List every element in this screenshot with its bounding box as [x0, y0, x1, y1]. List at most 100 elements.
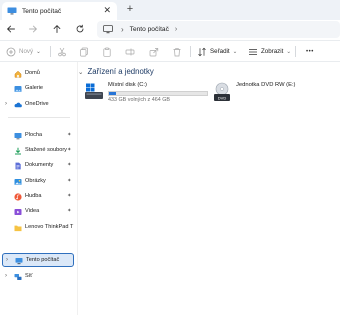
navigation-pane: Domů Galerie › OneDrive Plocha ✦ Stažené… [0, 62, 76, 315]
trash-icon [173, 47, 181, 56]
more-options-button[interactable]: ••• [303, 45, 314, 58]
toolbar-divider [190, 46, 191, 57]
sidebar-item-home[interactable]: Domů [0, 67, 76, 81]
share-button[interactable] [149, 45, 159, 58]
dvd-drive-icon: DVD [214, 82, 230, 101]
drive-dvd-rw-e[interactable]: DVD Jednotka DVD RW (E:) [212, 82, 340, 106]
pin-icon: ✦ [67, 132, 72, 138]
gallery-icon [14, 86, 22, 92]
sidebar-item-label: Tento počítač [26, 257, 60, 263]
paste-button[interactable] [102, 45, 112, 58]
videos-icon [14, 209, 22, 215]
cloud-icon [14, 102, 22, 108]
close-tab-icon[interactable]: ✕ [103, 5, 111, 16]
copy-button[interactable] [79, 45, 89, 58]
hard-drive-icon [85, 83, 103, 99]
pin-icon: ✦ [67, 208, 72, 214]
pin-icon: ✦ [67, 193, 72, 199]
home-icon [14, 70, 22, 78]
command-bar: Nový ⌄ Seřadit ⌄ Zobrazit ⌄ ••• [0, 40, 340, 62]
group-header-devices[interactable]: ⌄ Zařízení a jednotky [78, 67, 154, 76]
sidebar-item-label: Domů [25, 70, 40, 76]
refresh-button[interactable] [73, 22, 87, 36]
delete-button[interactable] [172, 45, 182, 58]
breadcrumb-chevron-icon[interactable]: › [175, 26, 177, 33]
sidebar-item-label: Lenovo ThinkPad T [25, 224, 74, 230]
new-label: Nový [19, 48, 34, 55]
tab-this-pc[interactable]: Tento počítač ✕ [2, 2, 117, 20]
share-icon [149, 47, 159, 56]
view-button[interactable]: Zobrazit ⌄ [248, 45, 291, 58]
expand-chevron-icon[interactable]: › [5, 101, 7, 107]
sidebar-item-label: Plocha [25, 132, 43, 138]
sidebar-item-label: Síť [25, 273, 33, 279]
drive-usage-fill [109, 92, 116, 95]
computer-icon [7, 7, 17, 15]
sidebar-item-gallery[interactable]: Galerie [0, 82, 76, 96]
breadcrumb-this-pc[interactable]: Tento počítač [130, 26, 169, 33]
network-icon [14, 274, 22, 280]
folder-icon [14, 225, 22, 232]
sidebar-item-network[interactable]: › Síť [0, 270, 76, 284]
arrow-up-icon [53, 24, 61, 33]
computer-icon [15, 258, 23, 265]
up-button[interactable] [50, 22, 64, 36]
forward-button[interactable] [26, 22, 40, 36]
tab-strip: Tento počítač ✕ + [0, 0, 340, 20]
refresh-icon [76, 24, 84, 33]
sidebar-item-lenovo-thinkpad[interactable]: Lenovo ThinkPad T [0, 221, 76, 235]
sort-label: Seřadit [210, 48, 230, 55]
sidebar-item-desktop[interactable]: Plocha ✦ [0, 129, 76, 143]
sort-icon [198, 47, 206, 56]
drive-free-space: 433 GB volných z 464 GB [108, 97, 171, 103]
address-bar[interactable]: › Tento počítač › [97, 21, 340, 38]
pin-icon: ✦ [67, 147, 72, 153]
sidebar-item-this-pc[interactable]: › Tento počítač [2, 253, 74, 267]
pin-icon: ✦ [67, 162, 72, 168]
new-tab-button[interactable]: + [124, 2, 136, 16]
expand-chevron-icon[interactable]: › [6, 257, 8, 263]
sidebar-item-label: OneDrive [25, 101, 49, 107]
arrow-left-icon [6, 25, 15, 33]
sidebar-item-onedrive[interactable]: › OneDrive [0, 98, 76, 112]
arrow-right-icon [29, 25, 38, 33]
chevron-down-icon: ⌄ [78, 68, 84, 76]
drive-local-disk-c[interactable]: Místní disk (C:) 433 GB volných z 464 GB [84, 82, 210, 106]
expand-chevron-icon[interactable]: › [5, 273, 7, 279]
plus-circle-icon [6, 47, 16, 56]
sidebar-item-label: Galerie [25, 85, 44, 91]
sidebar-item-pictures[interactable]: Obrázky ✦ [0, 175, 76, 189]
sort-button[interactable]: Seřadit ⌄ [197, 45, 237, 58]
rename-icon [125, 48, 135, 55]
chevron-down-icon: ⌄ [232, 48, 238, 55]
file-explorer-window: Tento počítač ✕ + › Tento počítač › Nový… [0, 0, 340, 315]
new-button[interactable]: Nový ⌄ [6, 45, 41, 58]
toolbar-divider [50, 46, 51, 57]
tab-title: Tento počítač [22, 7, 62, 15]
drive-name: Místní disk (C:) [108, 82, 147, 88]
toolbar-divider [295, 46, 296, 57]
rename-button[interactable] [125, 45, 135, 58]
chevron-down-icon: ⌄ [286, 48, 292, 55]
chevron-down-icon: ⌄ [36, 48, 41, 55]
sidebar-item-label: Dokumenty [25, 162, 54, 168]
music-icon [14, 193, 22, 201]
sidebar-item-label: Obrázky [25, 178, 46, 184]
breadcrumb-separator: › [121, 25, 124, 34]
sidebar-item-videos[interactable]: Videa ✦ [0, 205, 76, 219]
documents-icon [15, 162, 21, 170]
view-icon [249, 48, 257, 55]
desktop-icon [14, 133, 22, 140]
sidebar-item-downloads[interactable]: Stažené soubory ✦ [0, 144, 76, 158]
cut-button[interactable] [57, 45, 67, 58]
sidebar-item-label: Videa [25, 208, 40, 214]
sidebar-item-label: Hudba [25, 193, 42, 199]
scissors-icon [58, 47, 66, 56]
sidebar-item-music[interactable]: Hudba ✦ [0, 190, 76, 204]
computer-icon [103, 25, 113, 34]
sidebar-item-label: Stažené soubory [25, 147, 67, 153]
view-label: Zobrazit [261, 48, 284, 55]
back-button[interactable] [4, 22, 18, 36]
svg-text:DVD: DVD [218, 96, 227, 101]
sidebar-item-documents[interactable]: Dokumenty ✦ [0, 159, 76, 173]
